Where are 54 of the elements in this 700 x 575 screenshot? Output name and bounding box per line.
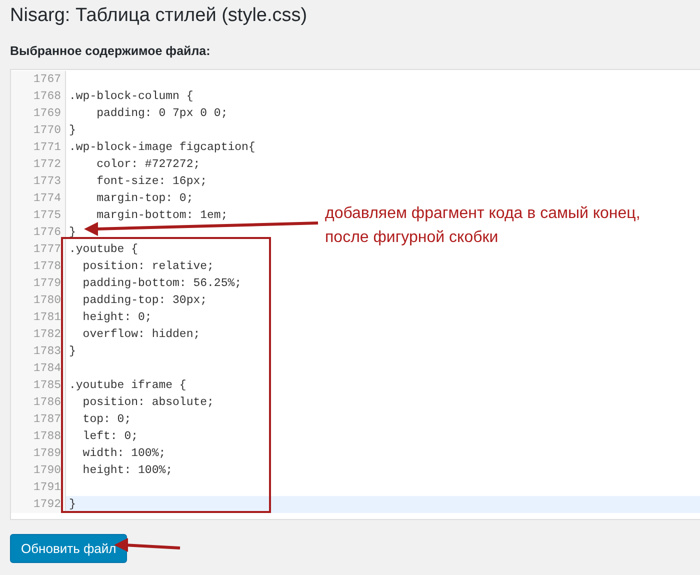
code-line: margin-top: 0; xyxy=(96,191,194,207)
code-line: padding-bottom: 56.25%; xyxy=(82,276,242,292)
code-line: .wp-block-column { xyxy=(68,89,194,105)
code-line: .wp-block-image figcaption{ xyxy=(68,140,256,156)
line-number: 1781 xyxy=(11,309,66,326)
arrow xyxy=(114,538,180,552)
code-line: padding: 0 7px 0 0; xyxy=(96,106,228,122)
line-number: 1790 xyxy=(11,462,66,479)
code-line: overflow: hidden; xyxy=(82,327,200,343)
code-line: position: absolute; xyxy=(82,395,214,411)
code-line: margin-bottom: 1em; xyxy=(96,208,228,224)
code-line: .youtube { xyxy=(68,242,138,258)
line-number: 1769 xyxy=(11,105,66,122)
code-line: width: 100%; xyxy=(82,446,166,462)
line-number: 1785 xyxy=(11,377,66,394)
line-number: 1779 xyxy=(11,275,66,292)
code-line: height: 100%; xyxy=(82,463,173,479)
code-line: padding-top: 30px; xyxy=(82,293,208,309)
line-number: 1789 xyxy=(11,445,66,462)
section-label: Выбранное содержимое файла: xyxy=(10,44,210,58)
code-line: position: relative; xyxy=(82,259,214,275)
line-number: 1768 xyxy=(11,88,66,105)
line-number: 1780 xyxy=(11,292,66,309)
line-number: 1774 xyxy=(11,190,66,207)
line-number: 1783 xyxy=(11,343,66,360)
line-number: 1788 xyxy=(11,428,66,445)
annotation-note: добавляем фрагмент кода в самый конец, после фигурной скобки xyxy=(325,204,642,248)
line-number: 1782 xyxy=(11,326,66,343)
line-number: 1791 xyxy=(11,479,66,496)
line-number: 1778 xyxy=(11,258,66,275)
code-editor[interactable] xyxy=(10,69,700,520)
code-line: } xyxy=(68,497,76,513)
code-line: left: 0; xyxy=(82,429,138,445)
line-number: 1777 xyxy=(11,241,66,258)
code-line: .youtube iframe { xyxy=(68,378,186,394)
code-line: } xyxy=(68,344,76,360)
update-file-button[interactable]: Обновить файл xyxy=(10,534,128,563)
code-line: top: 0; xyxy=(82,412,132,428)
line-number: 1770 xyxy=(11,122,66,139)
code-line: } xyxy=(68,123,76,139)
line-number: 1784 xyxy=(11,360,66,377)
line-number: 1772 xyxy=(11,156,66,173)
page-title: Nisarg: Таблица стилей (style.css) xyxy=(10,4,308,28)
line-number: 1786 xyxy=(11,394,66,411)
line-number: 1771 xyxy=(11,139,66,156)
line-number: 1775 xyxy=(11,207,66,224)
line-number: 1767 xyxy=(11,71,66,88)
line-number: 1776 xyxy=(11,224,66,241)
line-number: 1787 xyxy=(11,411,66,428)
code-line: font-size: 16px; xyxy=(96,174,208,190)
line-number: 1792 xyxy=(11,496,66,513)
line-number: 1773 xyxy=(11,173,66,190)
code-line: height: 0; xyxy=(82,310,152,326)
code-line: color: #727272; xyxy=(96,157,200,173)
